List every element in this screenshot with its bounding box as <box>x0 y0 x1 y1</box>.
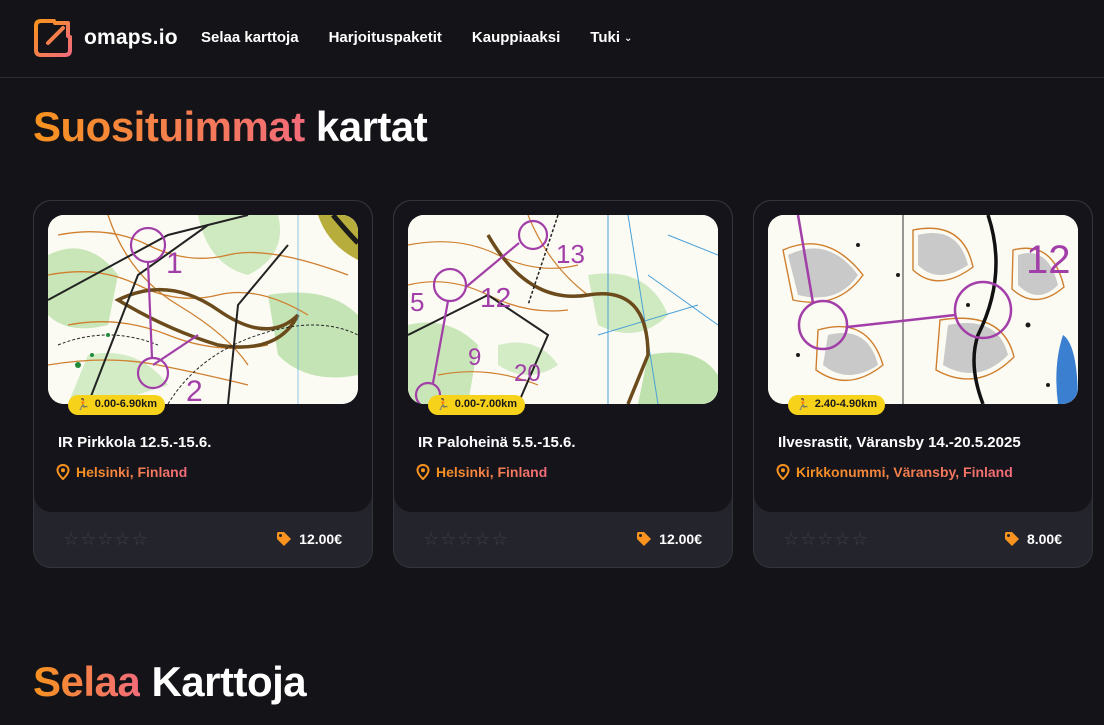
price-tag-icon <box>637 532 652 546</box>
card-title[interactable]: IR Pirkkola 12.5.-15.6. <box>58 434 211 451</box>
star-icon[interactable]: ☆ <box>114 530 130 548</box>
nav-item-harjoituspaketit[interactable]: Harjoituspaketit <box>329 29 442 46</box>
price-text: 8.00€ <box>1026 531 1062 547</box>
map-thumbnail[interactable]: 13 12 5 9 20 <box>408 215 718 404</box>
map-card[interactable]: 12 🏃 2.40-4.90km Ilvesrastit, Väransby 1… <box>753 200 1093 568</box>
section-title-popular: Suosituimmat kartat <box>33 103 428 151</box>
distance-badge: 🏃 2.40-4.90km <box>788 395 886 415</box>
location-text: Helsinki, Finland <box>436 464 548 480</box>
map-thumbnail[interactable]: 1 2 <box>48 215 358 404</box>
map-pin-icon <box>416 464 430 480</box>
distance-text: 0.00-6.90km <box>94 398 158 410</box>
star-icon[interactable]: ☆ <box>852 530 868 548</box>
distance-text: 0.00-7.00km <box>454 398 518 410</box>
runner-icon: 🏃 <box>76 399 90 411</box>
rating-stars[interactable]: ☆ ☆ ☆ ☆ ☆ <box>423 530 509 548</box>
location-text: Kirkkonummi, Väransby, Finland <box>796 464 1013 480</box>
distance-text: 2.40-4.90km <box>814 398 878 410</box>
nav-links: Selaa karttoja Harjoituspaketit Kauppiaa… <box>201 29 662 46</box>
rating-stars[interactable]: ☆ ☆ ☆ ☆ ☆ <box>63 530 149 548</box>
card-price: 12.00€ <box>636 531 702 547</box>
rating-stars[interactable]: ☆ ☆ ☆ ☆ ☆ <box>783 530 869 548</box>
orienteering-map-image: 1 2 <box>48 215 358 404</box>
price-tag-icon <box>277 532 292 546</box>
card-title[interactable]: IR Paloheinä 5.5.-15.6. <box>418 434 576 451</box>
omaps-logo-icon <box>34 19 72 57</box>
price-text: 12.00€ <box>299 531 342 547</box>
nav-item-tuki[interactable]: Tuki ⌄ <box>590 29 632 46</box>
map-card[interactable]: 13 12 5 9 20 🏃 0.00-7.00km IR Paloheinä … <box>393 200 733 568</box>
map-control-number: 5 <box>410 287 424 317</box>
chevron-down-icon: ⌄ <box>624 33 633 44</box>
card-title[interactable]: Ilvesrastit, Väransby 14.-20.5.2025 <box>778 434 1021 451</box>
card-location: Kirkkonummi, Väransby, Finland <box>776 464 1013 480</box>
top-navigation: omaps.io Selaa karttoja Harjoituspaketit… <box>0 0 1104 78</box>
card-price: 12.00€ <box>276 531 342 547</box>
distance-badge: 🏃 0.00-6.90km <box>68 395 166 415</box>
card-price: 8.00€ <box>1004 531 1062 547</box>
star-icon[interactable]: ☆ <box>817 530 833 548</box>
star-icon[interactable]: ☆ <box>440 530 456 548</box>
map-pin-icon <box>56 464 70 480</box>
star-icon[interactable]: ☆ <box>783 530 799 548</box>
star-icon[interactable]: ☆ <box>80 530 96 548</box>
map-control-number: 2 <box>186 375 203 404</box>
section-title-browse: Selaa Karttoja <box>33 658 307 706</box>
map-control-number: 12 <box>1026 238 1071 282</box>
section-title-rest: kartat <box>315 103 428 150</box>
runner-icon: 🏃 <box>436 399 450 411</box>
price-tag-icon <box>1004 532 1019 546</box>
section-title-highlight: Suosituimmat <box>33 103 305 150</box>
nav-item-tuki-label: Tuki <box>590 29 621 46</box>
star-icon[interactable]: ☆ <box>800 530 816 548</box>
distance-badge: 🏃 0.00-7.00km <box>428 395 526 415</box>
card-location: Helsinki, Finland <box>56 464 187 480</box>
map-control-number: 13 <box>556 239 585 269</box>
star-icon[interactable]: ☆ <box>474 530 490 548</box>
map-control-number: 12 <box>480 282 511 313</box>
section-title-highlight: Selaa <box>33 658 141 705</box>
orienteering-map-image: 13 12 5 9 20 <box>408 215 718 404</box>
card-location: Helsinki, Finland <box>416 464 547 480</box>
star-icon[interactable]: ☆ <box>132 530 148 548</box>
nav-item-kauppiaaksi[interactable]: Kauppiaaksi <box>472 29 560 46</box>
map-card[interactable]: 1 2 🏃 0.00-6.90km IR Pirkkola 12.5.-15.6… <box>33 200 373 568</box>
logo-text: omaps.io <box>84 26 178 49</box>
star-icon[interactable]: ☆ <box>457 530 473 548</box>
runner-icon: 🏃 <box>796 399 810 411</box>
nav-item-selaa-karttoja[interactable]: Selaa karttoja <box>201 29 299 46</box>
map-control-number: 1 <box>166 247 183 280</box>
map-pin-icon <box>776 464 790 480</box>
map-control-number: 9 <box>468 344 481 371</box>
star-icon[interactable]: ☆ <box>63 530 79 548</box>
star-icon[interactable]: ☆ <box>834 530 850 548</box>
star-icon[interactable]: ☆ <box>492 530 508 548</box>
star-icon[interactable]: ☆ <box>97 530 113 548</box>
map-control-number: 20 <box>514 360 541 387</box>
price-text: 12.00€ <box>659 531 702 547</box>
orienteering-map-image: 12 <box>768 215 1078 404</box>
location-text: Helsinki, Finland <box>76 464 188 480</box>
star-icon[interactable]: ☆ <box>423 530 439 548</box>
map-thumbnail[interactable]: 12 <box>768 215 1078 404</box>
section-title-rest: Karttoja <box>151 658 307 705</box>
logo[interactable]: omaps.io <box>32 17 178 59</box>
